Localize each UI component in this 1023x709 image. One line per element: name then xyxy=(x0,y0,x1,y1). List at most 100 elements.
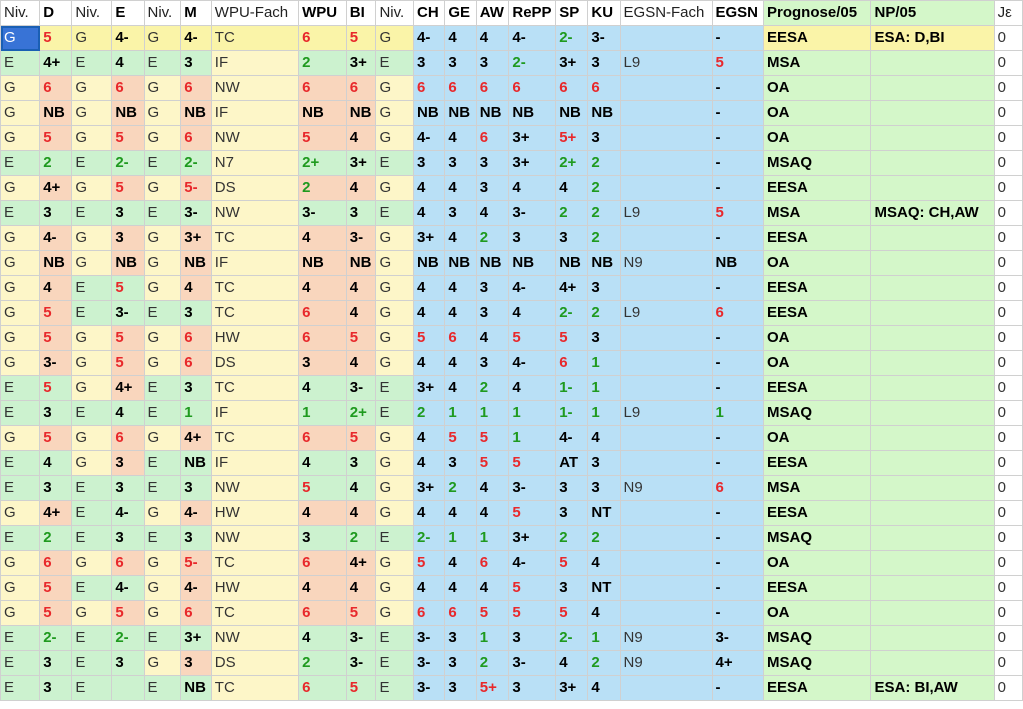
column-header[interactable]: Prognose/05 xyxy=(763,0,872,26)
grade-cell[interactable]: 4 xyxy=(444,125,477,151)
grade-cell[interactable]: HW xyxy=(210,500,300,526)
grade-cell[interactable]: 6 xyxy=(444,600,477,626)
grade-cell[interactable]: MSAQ xyxy=(763,525,872,551)
grade-cell[interactable]: 3 xyxy=(587,275,621,301)
grade-cell[interactable] xyxy=(870,650,995,676)
grade-cell[interactable]: 5 xyxy=(413,325,446,351)
grade-cell[interactable] xyxy=(619,575,713,601)
grade-cell[interactable]: NB xyxy=(180,675,212,701)
grade-cell[interactable]: E xyxy=(0,650,41,676)
grade-cell[interactable] xyxy=(870,550,995,576)
grade-cell[interactable]: 5 xyxy=(39,25,73,51)
grade-cell[interactable]: E xyxy=(0,400,41,426)
grade-cell[interactable]: E xyxy=(143,400,182,426)
grade-cell[interactable]: 5+ xyxy=(555,125,589,151)
grade-cell[interactable]: 5- xyxy=(180,550,212,576)
grade-cell[interactable]: 3+ xyxy=(508,150,557,176)
grade-cell[interactable]: 4+ xyxy=(180,425,212,451)
grade-cell[interactable]: 1 xyxy=(508,400,557,426)
grade-cell[interactable]: 0 xyxy=(993,675,1023,701)
grade-cell[interactable]: 2- xyxy=(111,625,145,651)
grade-cell[interactable]: NT xyxy=(587,500,621,526)
grade-cell[interactable]: HW xyxy=(210,575,300,601)
grade-cell[interactable]: 4 xyxy=(444,350,477,376)
grade-cell[interactable]: 3 xyxy=(444,200,477,226)
grade-cell[interactable] xyxy=(870,375,995,401)
grade-cell[interactable]: 6 xyxy=(555,75,589,101)
grade-cell[interactable]: 2 xyxy=(475,650,510,676)
grade-cell[interactable]: NB xyxy=(180,100,212,126)
grade-cell[interactable]: 3 xyxy=(111,525,145,551)
grade-cell[interactable]: 5 xyxy=(111,350,145,376)
grade-cell[interactable] xyxy=(870,475,995,501)
grade-cell[interactable]: 3 xyxy=(444,450,477,476)
grade-cell[interactable]: G xyxy=(375,550,415,576)
grade-cell[interactable]: - xyxy=(711,675,765,701)
grade-cell[interactable]: - xyxy=(711,100,765,126)
grade-cell[interactable]: 1 xyxy=(475,625,510,651)
grade-cell[interactable]: 6 xyxy=(555,350,589,376)
grade-cell[interactable]: 6 xyxy=(298,600,347,626)
grade-cell[interactable]: 4+ xyxy=(111,375,145,401)
grade-cell[interactable]: 0 xyxy=(993,300,1023,326)
grade-cell[interactable]: G xyxy=(71,450,113,476)
grade-cell[interactable]: EESA xyxy=(763,25,872,51)
grade-cell[interactable]: 5 xyxy=(555,550,589,576)
grade-cell[interactable]: 5 xyxy=(298,125,347,151)
grade-cell[interactable]: 0 xyxy=(993,375,1023,401)
grade-cell[interactable]: 4 xyxy=(508,300,557,326)
grade-cell[interactable]: 0 xyxy=(993,575,1023,601)
grade-cell[interactable] xyxy=(870,625,995,651)
grade-cell[interactable] xyxy=(619,275,713,301)
grade-cell[interactable]: NB xyxy=(508,100,557,126)
grade-cell[interactable]: G xyxy=(375,275,415,301)
grade-cell[interactable]: IF xyxy=(210,50,300,76)
grade-cell[interactable] xyxy=(619,550,713,576)
grade-cell[interactable]: 3+ xyxy=(180,625,212,651)
grade-cell[interactable]: E xyxy=(143,150,182,176)
grade-cell[interactable]: E xyxy=(375,625,415,651)
grade-cell[interactable]: 0 xyxy=(993,350,1023,376)
grade-cell[interactable]: 3 xyxy=(39,400,73,426)
grade-cell[interactable]: TC xyxy=(210,25,300,51)
grade-cell[interactable] xyxy=(870,100,995,126)
grade-cell[interactable]: G xyxy=(0,175,41,201)
grade-cell[interactable]: 4 xyxy=(555,650,589,676)
grade-cell[interactable]: N7 xyxy=(210,150,300,176)
grade-cell[interactable]: NB xyxy=(180,250,212,276)
grade-cell[interactable]: G xyxy=(375,225,415,251)
grade-cell[interactable]: 2- xyxy=(180,150,212,176)
grade-cell[interactable]: 0 xyxy=(993,400,1023,426)
grade-cell[interactable]: E xyxy=(143,450,182,476)
grade-cell[interactable]: G xyxy=(143,350,182,376)
grade-cell[interactable]: G xyxy=(71,175,113,201)
grade-cell[interactable]: 0 xyxy=(993,600,1023,626)
grade-cell[interactable]: TC xyxy=(210,425,300,451)
column-header[interactable]: Niv. xyxy=(0,0,41,26)
grade-cell[interactable]: 5 xyxy=(111,125,145,151)
grade-cell[interactable]: 4 xyxy=(298,375,347,401)
grade-cell[interactable]: G xyxy=(0,350,41,376)
grade-cell[interactable]: 2- xyxy=(111,150,145,176)
grade-cell[interactable]: 5+ xyxy=(475,675,510,701)
grade-cell[interactable] xyxy=(619,425,713,451)
grade-cell[interactable]: NW xyxy=(210,525,300,551)
grade-cell[interactable]: 4- xyxy=(180,25,212,51)
grade-cell[interactable]: 5 xyxy=(711,200,765,226)
grade-cell[interactable]: 1- xyxy=(555,400,589,426)
grade-cell[interactable] xyxy=(111,675,145,701)
grade-cell[interactable]: NB xyxy=(711,250,765,276)
column-header[interactable]: CH xyxy=(413,0,446,26)
grade-cell[interactable]: 5 xyxy=(444,425,477,451)
grade-cell[interactable]: 4- xyxy=(111,25,145,51)
grade-cell[interactable]: 3- xyxy=(345,650,377,676)
grade-cell[interactable]: E xyxy=(71,200,113,226)
grade-cell[interactable]: 3- xyxy=(298,200,347,226)
grade-cell[interactable]: OA xyxy=(763,250,872,276)
grade-cell[interactable]: 1 xyxy=(298,400,347,426)
grade-cell[interactable]: 4 xyxy=(111,400,145,426)
grade-cell[interactable]: - xyxy=(711,525,765,551)
grade-cell[interactable]: 2+ xyxy=(345,400,377,426)
grade-cell[interactable]: G xyxy=(71,225,113,251)
grade-cell[interactable]: E xyxy=(375,200,415,226)
